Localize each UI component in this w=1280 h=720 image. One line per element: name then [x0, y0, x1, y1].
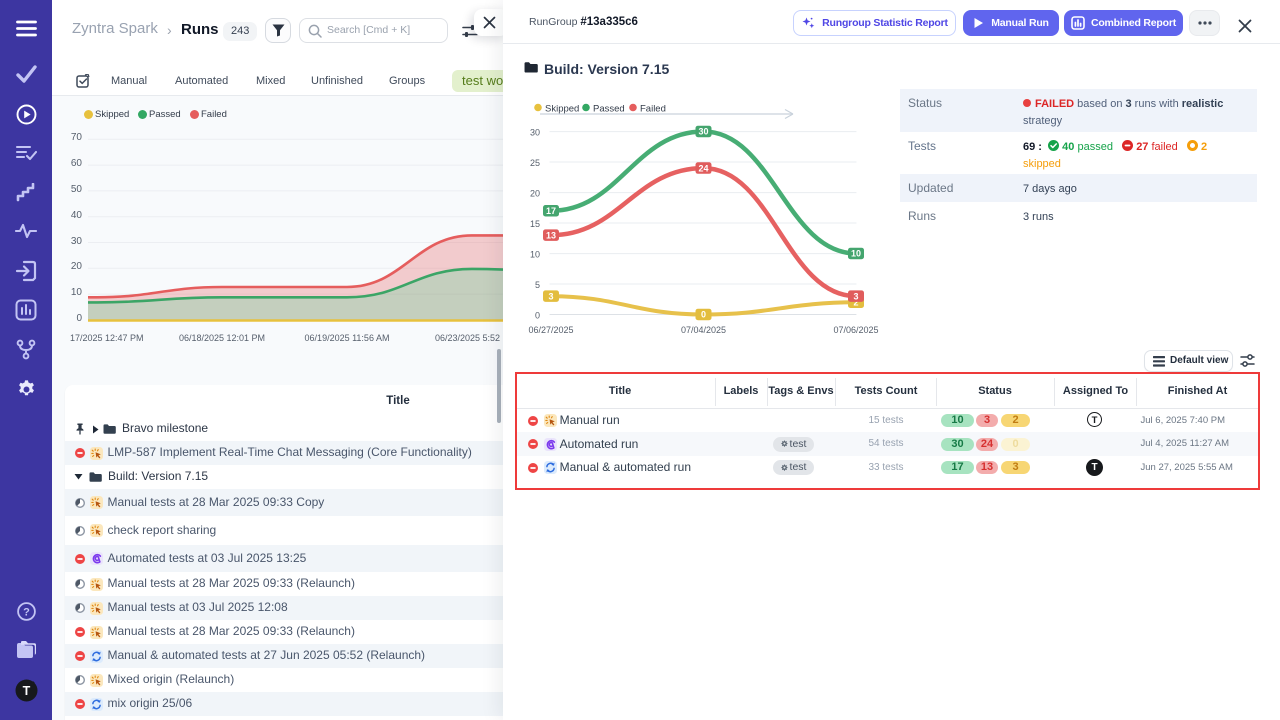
svg-text:15: 15 — [530, 219, 540, 229]
svg-text:06/27/2025: 06/27/2025 — [528, 325, 573, 335]
svg-text:3: 3 — [853, 291, 858, 301]
svg-text:25: 25 — [530, 158, 540, 168]
svg-text:Failed: Failed — [640, 104, 666, 115]
svg-text:0: 0 — [701, 310, 706, 320]
svg-text:3: 3 — [548, 291, 553, 301]
svg-text:30: 30 — [698, 127, 708, 137]
svg-text:Passed: Passed — [593, 104, 625, 115]
svg-text:5: 5 — [535, 280, 540, 290]
svg-text:24: 24 — [698, 163, 708, 173]
svg-text:17: 17 — [546, 206, 556, 216]
svg-text:13: 13 — [546, 230, 556, 240]
svg-text:30: 30 — [530, 128, 540, 138]
svg-text:0: 0 — [535, 311, 540, 321]
svg-text:10: 10 — [530, 250, 540, 260]
svg-text:?: ? — [23, 607, 30, 619]
svg-text:T: T — [22, 684, 30, 698]
svg-text:10: 10 — [851, 249, 861, 259]
svg-text:20: 20 — [530, 189, 540, 199]
svg-text:Skipped: Skipped — [545, 104, 579, 115]
svg-text:07/06/2025: 07/06/2025 — [833, 325, 878, 335]
svg-text:07/04/2025: 07/04/2025 — [681, 325, 726, 335]
